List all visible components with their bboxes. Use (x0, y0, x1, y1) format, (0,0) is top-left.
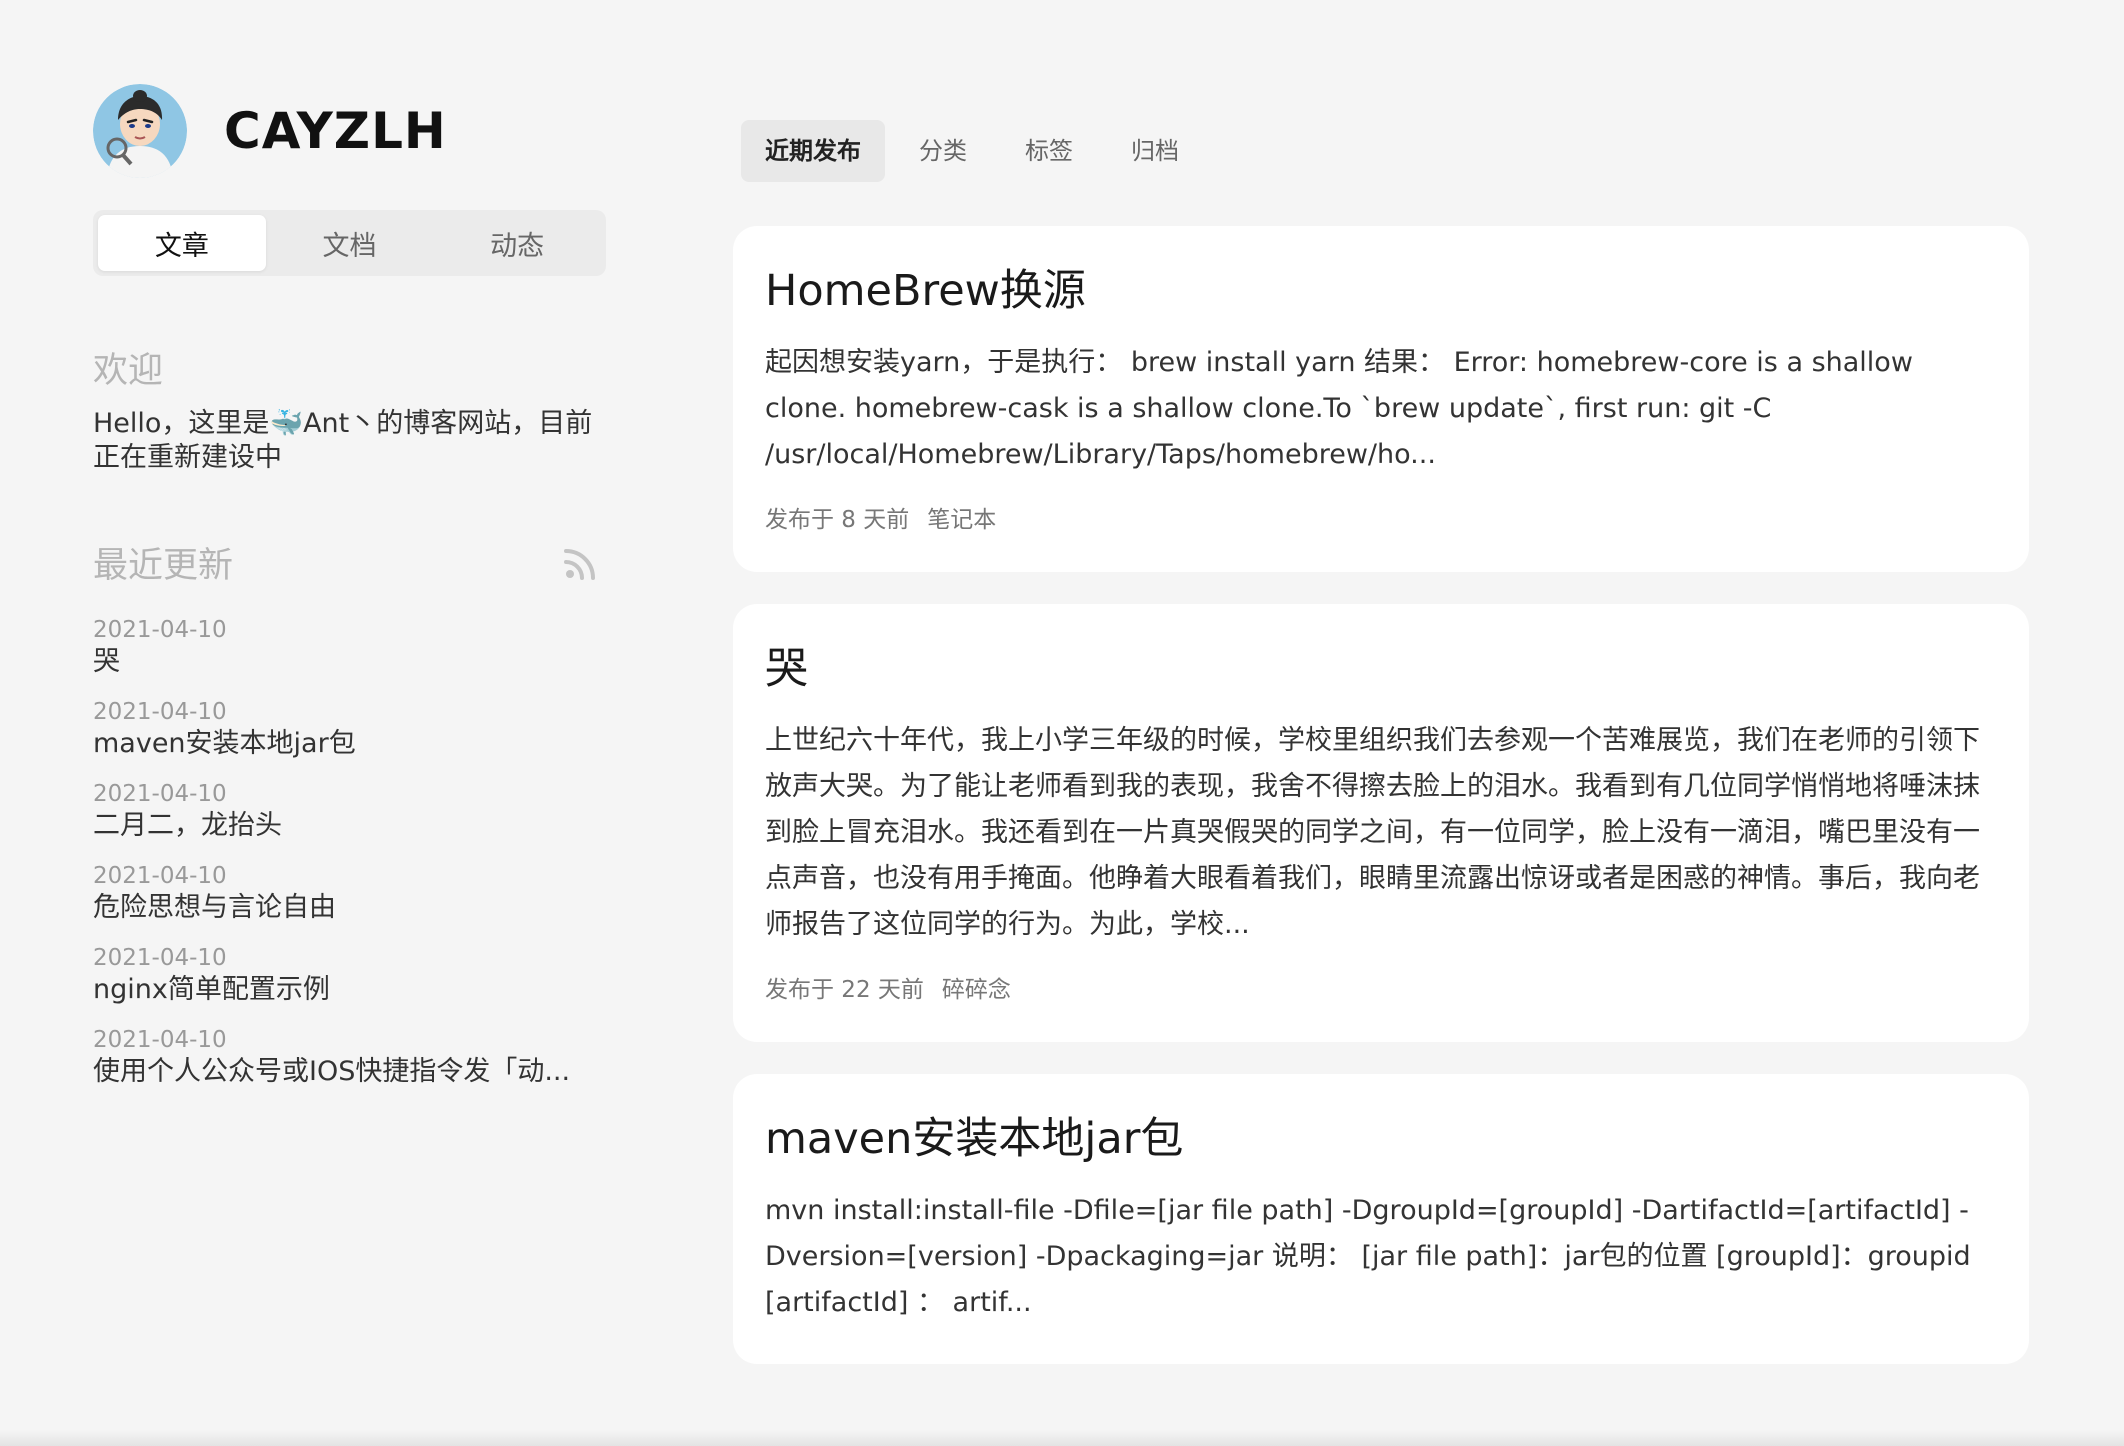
recent-list: 2021-04-10 哭 2021-04-10 maven安装本地jar包 20… (93, 616, 606, 1090)
whale-emoji: 🐳 (269, 408, 304, 439)
tab-recent[interactable]: 近期发布 (741, 120, 885, 182)
recent-item-title[interactable]: 哭 (93, 644, 603, 680)
welcome-title: 欢迎 (93, 351, 164, 391)
recent-item[interactable]: 2021-04-10 使用个人公众号或IOS快捷指令发「动... (93, 1026, 606, 1090)
recent-item-date: 2021-04-10 (93, 781, 227, 807)
recent-item[interactable]: 2021-04-10 maven安装本地jar包 (93, 698, 606, 762)
recent-updates-header: 最近更新 (93, 537, 606, 588)
post-excerpt: 起因想安装yarn，于是执行： brew install yarn 结果： Er… (765, 347, 1913, 470)
recent-item-date: 2021-04-10 (93, 699, 227, 725)
tab-categories[interactable]: 分类 (895, 120, 991, 182)
post-card[interactable]: HomeBrew换源 起因想安装yarn，于是执行： brew install … (733, 226, 2029, 572)
recent-item[interactable]: 2021-04-10 哭 (93, 616, 606, 680)
tab-archive[interactable]: 归档 (1107, 120, 1203, 182)
post-card[interactable]: 哭 上世纪六十年代，我上小学三年级的时候，学校里组织我们去参观一个苦难展览，我们… (733, 604, 2029, 1042)
post-meta: 发布于 8 天前 笔记本 (765, 500, 1997, 534)
post-card[interactable]: maven安装本地jar包 mvn install:install-file -… (733, 1074, 2029, 1364)
recent-item-date: 2021-04-10 (93, 863, 227, 889)
segment-docs[interactable]: 文档 (266, 215, 434, 271)
recent-item-date: 2021-04-10 (93, 945, 227, 971)
bottom-fade (0, 1430, 2124, 1446)
rss-icon[interactable] (564, 546, 598, 580)
site-title[interactable]: CAYZLH (224, 102, 447, 160)
segment-articles[interactable]: 文章 (98, 215, 266, 271)
recent-item[interactable]: 2021-04-10 危险思想与言论自由 (93, 862, 606, 926)
post-tabs: 近期发布 分类 标签 归档 (741, 120, 2029, 182)
post-category[interactable]: 笔记本 (927, 500, 996, 534)
recent-item-title[interactable]: 使用个人公众号或IOS快捷指令发「动... (93, 1054, 603, 1090)
avatar[interactable] (93, 84, 187, 178)
post-title[interactable]: maven安装本地jar包 (765, 1110, 1997, 1168)
post-category[interactable]: 碎碎念 (942, 970, 1011, 1004)
recent-item-date: 2021-04-10 (93, 617, 227, 643)
recent-item[interactable]: 2021-04-10 nginx简单配置示例 (93, 944, 606, 1008)
sidebar: CAYZLH 文章 文档 动态 欢迎 Hello，这里是🐳Ant丶的博客网站，目… (93, 80, 606, 1108)
post-title[interactable]: 哭 (765, 640, 1997, 698)
welcome-text: Hello，这里是🐳Ant丶的博客网站，目前正在重新建设中 (93, 407, 603, 475)
tab-tags[interactable]: 标签 (1001, 120, 1097, 182)
recent-item-date: 2021-04-10 (93, 1027, 227, 1053)
post-published-time: 发布于 22 天前 (765, 977, 924, 1003)
recent-item-title[interactable]: maven安装本地jar包 (93, 726, 603, 762)
recent-updates-title: 最近更新 (93, 546, 234, 586)
post-excerpt: mvn install:install-file -Dfile=[jar fil… (765, 1195, 1971, 1318)
profile-header: CAYZLH (93, 80, 606, 182)
welcome-text-before: Hello，这里是 (93, 408, 270, 439)
content-type-switcher: 文章 文档 动态 (93, 210, 606, 276)
recent-item-title[interactable]: nginx简单配置示例 (93, 972, 603, 1008)
segment-moments[interactable]: 动态 (433, 215, 601, 271)
recent-item-title[interactable]: 二月二，龙抬头 (93, 808, 603, 844)
post-meta: 发布于 22 天前 碎碎念 (765, 970, 1997, 1004)
recent-item-title[interactable]: 危险思想与言论自由 (93, 890, 603, 926)
recent-item[interactable]: 2021-04-10 二月二，龙抬头 (93, 780, 606, 844)
main-content: 近期发布 分类 标签 归档 HomeBrew换源 起因想安装yarn，于是执行：… (733, 120, 2029, 1364)
post-excerpt: 上世纪六十年代，我上小学三年级的时候，学校里组织我们去参观一个苦难展览，我们在老… (765, 725, 1980, 940)
post-published-time: 发布于 8 天前 (765, 507, 910, 533)
post-title[interactable]: HomeBrew换源 (765, 262, 1997, 320)
